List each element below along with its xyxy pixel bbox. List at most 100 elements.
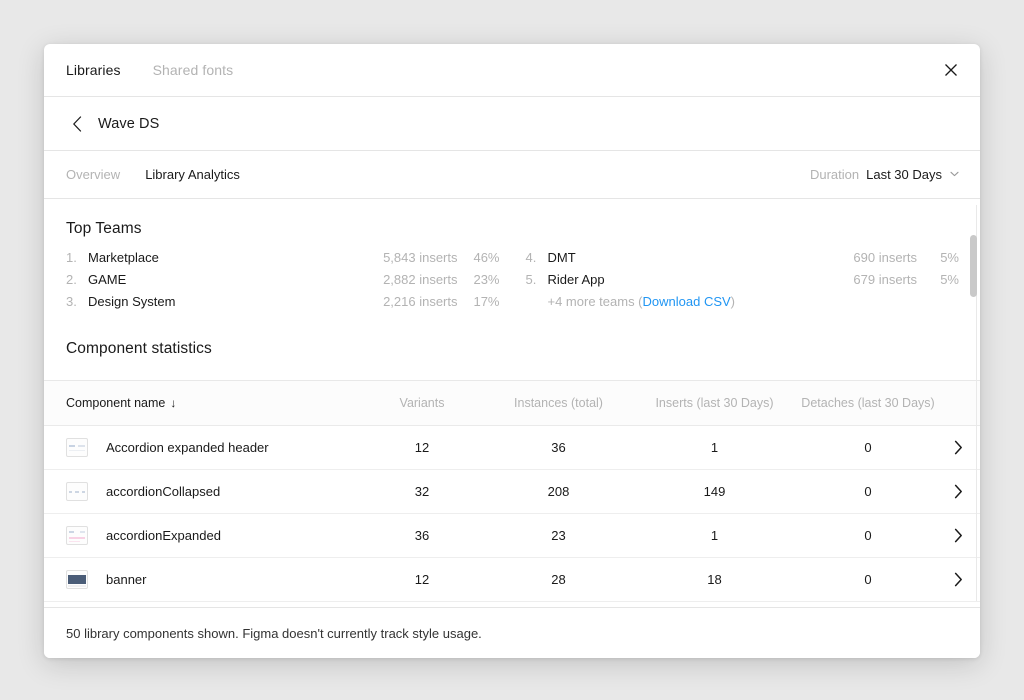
- footer-status-text: 50 library components shown. Figma doesn…: [66, 625, 482, 641]
- column-header-instances[interactable]: Instances (total): [482, 396, 635, 410]
- variants-cell: 36: [414, 528, 430, 543]
- variants-cell: 12: [414, 440, 430, 455]
- instances-cell: 28: [551, 572, 566, 587]
- inserts-cell: 18: [707, 572, 722, 587]
- more-teams-prefix: +4 more teams (: [547, 294, 643, 309]
- top-teams-column-right: 4. DMT 690 inserts 5% 5. Rider App 679 i…: [500, 250, 960, 316]
- component-name-label: accordionCollapsed: [106, 484, 221, 499]
- instances-cell: 23: [551, 528, 566, 543]
- team-name: DMT: [547, 250, 576, 265]
- team-name: Design System: [88, 294, 176, 309]
- component-name-cell: banner: [44, 570, 362, 589]
- analytics-subnav: Overview Library Analytics Duration Last…: [44, 151, 980, 199]
- libraries-modal: Libraries Shared fonts Wave DS Overview …: [44, 44, 980, 658]
- team-inserts: 679 inserts: [853, 272, 917, 287]
- team-row: 4. DMT 690 inserts 5%: [526, 250, 960, 272]
- tab-shared-fonts-label: Shared fonts: [152, 62, 234, 78]
- modal-top-tabbar: Libraries Shared fonts: [44, 44, 980, 97]
- breadcrumb: Wave DS: [44, 97, 980, 151]
- component-thumbnail-icon: [66, 570, 88, 589]
- team-rank: 2.: [66, 272, 77, 287]
- vertical-scrollbar[interactable]: [970, 205, 977, 601]
- team-name: Marketplace: [88, 250, 159, 265]
- duration-value: Last 30 Days: [866, 167, 942, 182]
- detaches-cell: 0: [864, 572, 872, 587]
- component-thumbnail-icon: [66, 438, 88, 457]
- table-row[interactable]: button 315 3,042 1,003 0: [44, 602, 980, 607]
- variants-cell: 12: [414, 572, 430, 587]
- modal-footer: 50 library components shown. Figma doesn…: [44, 607, 980, 658]
- instances-cell: 208: [547, 484, 570, 499]
- component-thumbnail-icon: [66, 482, 88, 501]
- subtab-library-analytics[interactable]: Library Analytics: [145, 167, 240, 182]
- top-teams-title: Top Teams: [66, 220, 142, 237]
- detaches-cell: 0: [864, 440, 872, 455]
- team-rank: 1.: [66, 250, 77, 265]
- team-name: GAME: [88, 272, 127, 287]
- team-row: 5. Rider App 679 inserts 5%: [526, 272, 960, 294]
- subtab-overview[interactable]: Overview: [66, 167, 120, 182]
- team-inserts: 690 inserts: [853, 250, 917, 265]
- analytics-content: Top Teams 1. Marketplace 5,843 inserts 4…: [44, 199, 980, 607]
- more-teams-suffix: ): [730, 294, 736, 309]
- tab-shared-fonts[interactable]: Shared fonts: [153, 62, 234, 78]
- inserts-cell: 149: [703, 484, 726, 499]
- back-button[interactable]: [65, 112, 89, 136]
- component-thumbnail-icon: [66, 526, 88, 545]
- duration-label: Duration: [809, 167, 860, 182]
- team-name: Rider App: [547, 272, 605, 287]
- table-row[interactable]: banner 12 28 18 0: [44, 558, 980, 602]
- top-teams-column-left: 1. Marketplace 5,843 inserts 46% 2. GAME…: [66, 250, 500, 316]
- team-inserts: 2,216 inserts: [383, 294, 458, 309]
- team-rank: 3.: [66, 294, 77, 309]
- tab-libraries-label: Libraries: [66, 62, 121, 78]
- table-row[interactable]: Accordion expanded header 12 36 1 0: [44, 426, 980, 470]
- scrollbar-thumb[interactable]: [970, 235, 977, 297]
- instances-cell: 36: [551, 440, 566, 455]
- page-title: Wave DS: [98, 115, 160, 132]
- team-row: 3. Design System 2,216 inserts 17%: [66, 294, 500, 316]
- duration-selector[interactable]: Duration Last 30 Days: [810, 167, 959, 182]
- top-teams-grid: 1. Marketplace 5,843 inserts 46% 2. GAME…: [44, 238, 980, 316]
- subtab-library-analytics-label: Library Analytics: [145, 167, 240, 182]
- close-button[interactable]: [936, 55, 966, 85]
- detaches-cell: 0: [864, 528, 872, 543]
- column-header-component-name-label: Component name: [66, 396, 166, 410]
- team-row: 2. GAME 2,882 inserts 23%: [66, 272, 500, 294]
- component-name-label: Accordion expanded header: [106, 440, 269, 455]
- column-header-detaches[interactable]: Detaches (last 30 Days): [794, 396, 942, 410]
- sort-descending-icon: ↓: [170, 396, 177, 410]
- column-header-inserts[interactable]: Inserts (last 30 Days): [635, 396, 794, 410]
- inserts-cell: 1: [710, 528, 719, 543]
- chevron-down-icon: [950, 170, 959, 179]
- team-percentage: 5%: [940, 250, 959, 265]
- team-row: 1. Marketplace 5,843 inserts 46%: [66, 250, 500, 272]
- chevron-right-icon: [954, 440, 962, 455]
- column-header-variants[interactable]: Variants: [362, 396, 482, 410]
- team-inserts: 5,843 inserts: [383, 250, 458, 265]
- tab-libraries[interactable]: Libraries: [66, 62, 121, 78]
- table-row[interactable]: accordionExpanded 36 23 1 0: [44, 514, 980, 558]
- download-csv-link[interactable]: Download CSV: [643, 294, 731, 309]
- team-rank: 5.: [525, 272, 537, 287]
- analytics-scroll-region[interactable]: Top Teams 1. Marketplace 5,843 inserts 4…: [44, 199, 980, 607]
- table-row[interactable]: accordionCollapsed 32 208 149 0: [44, 470, 980, 514]
- chevron-left-icon: [72, 115, 81, 132]
- team-rank: 4.: [525, 250, 537, 265]
- team-percentage: 46%: [473, 250, 500, 265]
- team-percentage: 5%: [940, 272, 959, 287]
- chevron-right-icon: [954, 484, 962, 499]
- component-name-cell: accordionExpanded: [44, 526, 362, 545]
- detaches-cell: 0: [864, 484, 872, 499]
- chevron-right-icon: [954, 528, 962, 543]
- component-statistics-title: Component statistics: [66, 340, 212, 357]
- team-inserts: 2,882 inserts: [383, 272, 458, 287]
- close-icon: [945, 64, 957, 76]
- table-header-row: Component name ↓ Variants Instances (tot…: [44, 381, 980, 426]
- screen: Libraries Shared fonts Wave DS Overview …: [0, 0, 1024, 700]
- chevron-right-icon: [954, 572, 962, 587]
- component-statistics-table: Component name ↓ Variants Instances (tot…: [44, 380, 980, 607]
- more-teams-row: +4 more teams (Download CSV): [526, 294, 960, 316]
- column-header-component-name[interactable]: Component name ↓: [44, 396, 362, 410]
- inserts-cell: 1: [710, 440, 719, 455]
